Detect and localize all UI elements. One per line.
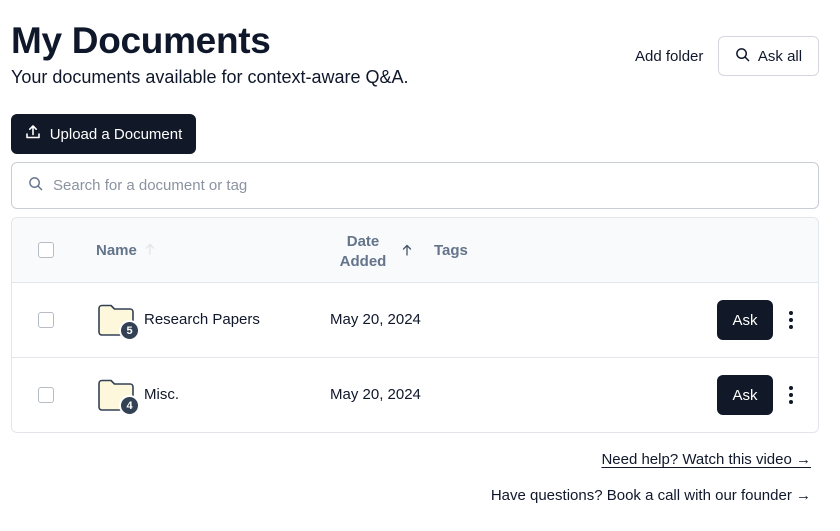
sort-arrow-icon[interactable] (402, 243, 412, 261)
item-count-badge: 5 (119, 320, 140, 341)
date-header-line1: Date (346, 233, 380, 250)
add-folder-button[interactable]: Add folder (627, 36, 711, 76)
date-added-column-header[interactable]: Date Added (326, 232, 400, 272)
search-icon (28, 176, 43, 196)
select-all-checkbox[interactable] (38, 242, 54, 258)
ask-button[interactable]: Ask (717, 300, 773, 340)
help-video-link[interactable]: Need help? Watch this video → (601, 451, 811, 468)
ask-button[interactable]: Ask (717, 375, 773, 415)
upload-icon (25, 124, 41, 144)
folder-name[interactable]: Research Papers (144, 311, 260, 328)
sort-arrow-icon (145, 242, 155, 259)
page-subtitle: Your documents available for context-awa… (11, 67, 409, 87)
table-row: 5 Research Papers May 20, 2024 Ask (12, 283, 818, 358)
more-options-icon[interactable] (782, 380, 800, 410)
tags-column-header[interactable]: Tags (434, 242, 468, 259)
date-added: May 20, 2024 (330, 311, 421, 328)
row-checkbox[interactable] (38, 312, 54, 328)
row-checkbox[interactable] (38, 387, 54, 403)
table-header: Name Date Added Tags (12, 218, 818, 283)
upload-document-button[interactable]: Upload a Document (11, 114, 196, 154)
more-options-icon[interactable] (782, 305, 800, 335)
date-added: May 20, 2024 (330, 386, 421, 403)
date-header-line2: Added (339, 253, 387, 270)
name-column-header[interactable]: Name (96, 242, 155, 259)
search-bar (11, 162, 819, 209)
folder-name[interactable]: Misc. (144, 386, 179, 403)
page-title: My Documents (11, 20, 271, 61)
search-input[interactable] (53, 177, 753, 194)
upload-label: Upload a Document (49, 125, 183, 143)
table-row: 4 Misc. May 20, 2024 Ask (12, 358, 818, 432)
book-call-link[interactable]: Have questions? Book a call with our fou… (491, 487, 811, 504)
name-header-label: Name (96, 242, 137, 259)
search-icon (735, 47, 750, 66)
ask-all-button[interactable]: Ask all (718, 36, 819, 76)
item-count-badge: 4 (119, 395, 140, 416)
documents-table: Name Date Added Tags 5 Research Papers M… (11, 217, 819, 433)
ask-all-label: Ask all (757, 47, 803, 65)
